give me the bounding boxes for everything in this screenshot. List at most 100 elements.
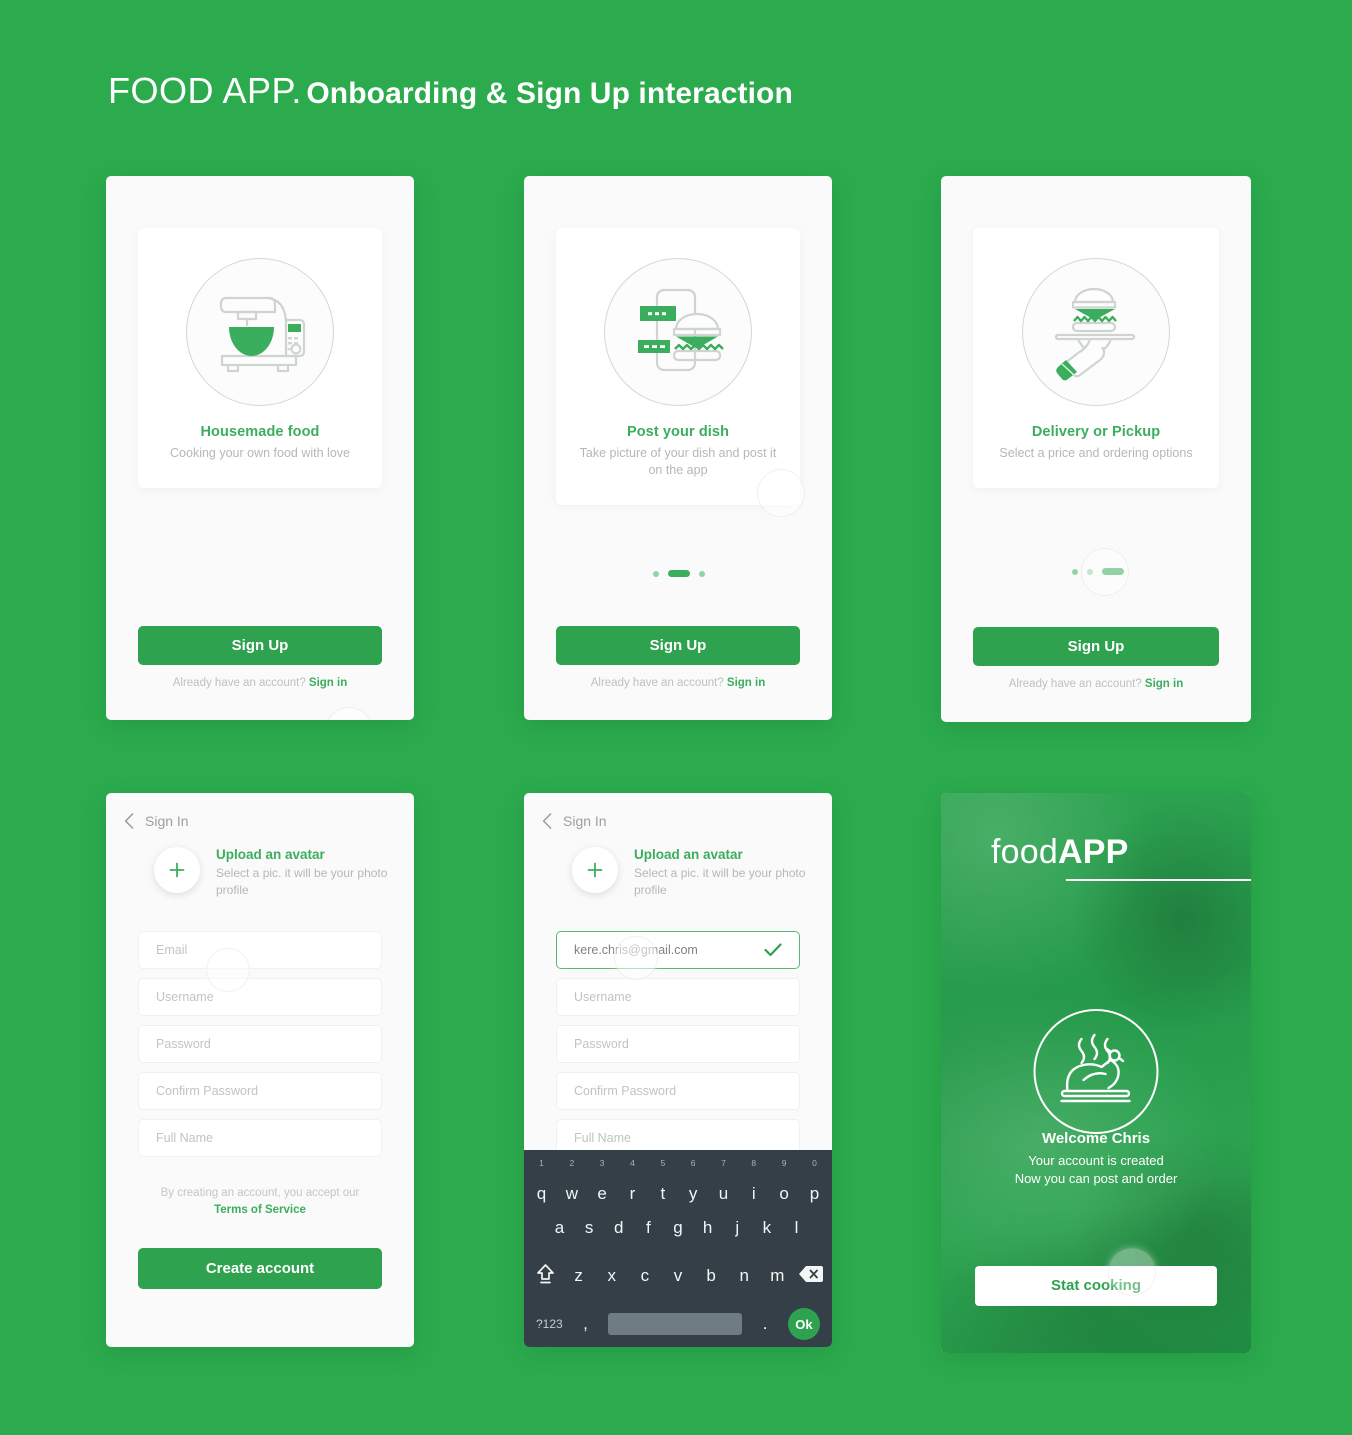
hand-tray-burger-icon — [1022, 258, 1170, 406]
fullname-field[interactable]: Full Name — [138, 1119, 382, 1157]
symbols-key[interactable]: ?123 — [536, 1317, 563, 1331]
sign-up-button[interactable]: Sign Up — [138, 626, 382, 665]
password-field[interactable]: Password — [556, 1025, 800, 1063]
sign-in-link[interactable]: Sign in — [309, 677, 347, 689]
key-b[interactable]: b — [698, 1266, 725, 1286]
shift-key[interactable] — [532, 1263, 559, 1290]
key-label: r — [629, 1184, 636, 1203]
username-field[interactable]: Username — [556, 978, 800, 1016]
sign-up-button[interactable]: Sign Up — [556, 626, 800, 665]
key-k[interactable]: k — [753, 1218, 780, 1238]
key-x[interactable]: x — [598, 1266, 625, 1286]
pagination-dot[interactable] — [699, 570, 705, 577]
key-d[interactable]: d — [605, 1218, 632, 1238]
key-o[interactable]: 9o — [771, 1158, 798, 1204]
pagination-dot[interactable] — [653, 570, 659, 577]
key-u[interactable]: 7u — [710, 1158, 737, 1204]
period-key[interactable]: . — [752, 1314, 779, 1334]
password-field[interactable]: Password — [138, 1025, 382, 1063]
pagination-active-dash[interactable] — [668, 570, 690, 577]
phone-screen-signup-typing: Sign In Upload an avatar Select a pic. i… — [524, 793, 832, 1347]
avatar-subtitle: Select a pic. it will be your photo prof… — [216, 866, 388, 897]
key-w[interactable]: 2w — [558, 1158, 585, 1204]
back-nav[interactable]: Sign In — [124, 813, 189, 829]
key-l[interactable]: l — [783, 1218, 810, 1238]
key-v[interactable]: v — [665, 1266, 692, 1286]
email-field[interactable]: Email — [138, 931, 382, 969]
key-h[interactable]: h — [694, 1218, 721, 1238]
page-title: FOOD APP. Onboarding & Sign Up interacti… — [108, 70, 793, 112]
signin-footnote: Already have an account? Sign in — [106, 677, 414, 689]
sign-in-link[interactable]: Sign in — [727, 677, 765, 689]
avatar-title: Upload an avatar — [634, 847, 743, 862]
phone-screen-signup-empty: Sign In Upload an avatar Select a pic. i… — [106, 793, 414, 1347]
confirm-password-field[interactable]: Confirm Password — [556, 1072, 800, 1110]
chevron-left-icon — [542, 813, 552, 829]
key-hint: 2 — [569, 1158, 575, 1168]
key-g[interactable]: g — [665, 1218, 692, 1238]
chevron-left-icon — [124, 813, 134, 829]
pagination-dot[interactable] — [1087, 568, 1093, 575]
phone-screen-welcome: foodAPP Welcome Chris Your account is cr… — [941, 793, 1251, 1353]
key-label: w — [565, 1184, 578, 1203]
pagination-dot[interactable] — [1072, 568, 1078, 575]
key-label: q — [536, 1184, 547, 1203]
phone-screen-onboarding-2: Post your dish Take picture of your dish… — [524, 176, 832, 720]
key-y[interactable]: 6y — [680, 1158, 707, 1204]
sign-up-button[interactable]: Sign Up — [973, 627, 1219, 666]
slide-title: Housemade food — [200, 424, 320, 440]
fullname-placeholder: Full Name — [574, 1131, 631, 1145]
start-cooking-button[interactable]: Stat cooking — [975, 1266, 1217, 1306]
terms-of-service-link[interactable]: Terms of Service — [214, 1204, 306, 1216]
nav-title: Sign In — [145, 813, 189, 829]
pagination-dots-2[interactable] — [653, 570, 705, 577]
pagination-active-dash[interactable] — [1102, 568, 1124, 575]
email-placeholder: Email — [156, 943, 188, 957]
ok-key[interactable]: Ok — [787, 1308, 820, 1340]
key-hint: 6 — [690, 1158, 696, 1168]
upload-avatar-button[interactable] — [572, 847, 618, 893]
sign-in-link[interactable]: Sign in — [1145, 678, 1183, 690]
avatar-upload-row: Upload an avatar Select a pic. it will b… — [572, 845, 810, 898]
welcome-line-2: Now you can post and order — [1014, 1171, 1178, 1186]
back-nav[interactable]: Sign In — [542, 813, 607, 829]
key-n[interactable]: n — [731, 1266, 758, 1286]
key-c[interactable]: c — [631, 1266, 658, 1286]
key-a[interactable]: a — [546, 1218, 573, 1238]
key-p[interactable]: 0p — [801, 1158, 828, 1204]
password-placeholder: Password — [574, 1037, 629, 1051]
username-field[interactable]: Username — [138, 978, 382, 1016]
nav-title: Sign In — [563, 813, 607, 829]
key-m[interactable]: m — [764, 1266, 791, 1286]
email-field[interactable]: kere.chris@gmail.com — [556, 931, 800, 969]
check-icon — [764, 943, 782, 957]
key-j[interactable]: j — [724, 1218, 751, 1238]
terms-text: By creating an account, you accept our T… — [118, 1185, 402, 1219]
phone-burger-icon — [604, 258, 752, 406]
key-f[interactable]: f — [635, 1218, 662, 1238]
key-r[interactable]: 4r — [619, 1158, 646, 1204]
phone-screen-onboarding-1: Housemade food Cooking your own food wit… — [106, 176, 414, 720]
key-t[interactable]: 5t — [649, 1158, 676, 1204]
key-s[interactable]: s — [576, 1218, 603, 1238]
keyboard-row-1: 1q 2w 3e 4r 5t 6y 7u 8i 9o 0p — [524, 1158, 832, 1204]
upload-avatar-button[interactable] — [154, 847, 200, 893]
backspace-key[interactable] — [797, 1265, 824, 1288]
slide-subtitle: Take picture of your dish and post it on… — [579, 446, 777, 477]
on-screen-keyboard[interactable]: 1q 2w 3e 4r 5t 6y 7u 8i 9o 0p a s d f g … — [524, 1150, 832, 1347]
signin-footnote-text: Already have an account? — [172, 677, 309, 689]
space-key[interactable] — [608, 1313, 743, 1335]
key-i[interactable]: 8i — [740, 1158, 767, 1204]
signin-footnote: Already have an account? Sign in — [941, 678, 1251, 690]
comma-key[interactable]: , — [572, 1314, 599, 1334]
key-label: t — [660, 1184, 666, 1203]
key-hint: 0 — [812, 1158, 817, 1168]
pagination-dots-3[interactable] — [1072, 568, 1124, 575]
key-q[interactable]: 1q — [528, 1158, 555, 1204]
key-z[interactable]: z — [565, 1266, 592, 1286]
create-account-button[interactable]: Create account — [138, 1248, 382, 1289]
confirm-password-field[interactable]: Confirm Password — [138, 1072, 382, 1110]
onboarding-card-2: Post your dish Take picture of your dish… — [556, 228, 800, 505]
key-e[interactable]: 3e — [589, 1158, 616, 1204]
slide-title: Post your dish — [626, 424, 730, 440]
